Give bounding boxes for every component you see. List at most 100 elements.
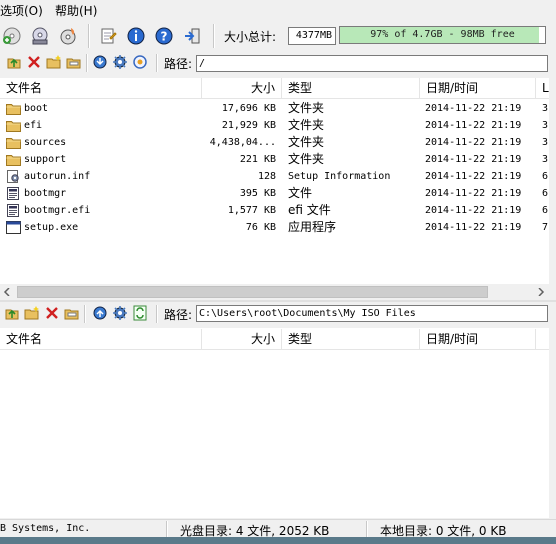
iso-rename-button[interactable] [64,52,84,72]
file-size: 1,577 KB [227,205,276,216]
file-name: boot [24,103,49,114]
local-path-field[interactable]: C:\Users\root\Documents\My ISO Files [196,305,548,322]
table-row[interactable]: setup.exe 76 KB 应用程序 2014-11-22 21:19 7 [0,219,549,236]
iso-pane-toolbar: 路径: / [0,52,556,74]
settings-file-icon [6,170,21,183]
table-row[interactable]: bootmgr 395 KB 文件 2014-11-22 21:19 6 [0,185,549,202]
file-name: support [24,154,67,165]
view-icon [133,55,147,69]
local-up-button[interactable] [2,303,22,323]
new-folder-icon [24,306,39,320]
open-button[interactable] [28,24,52,48]
local-refresh-button[interactable] [130,303,150,323]
pane-toolbar-separator [156,54,158,72]
local-path-label: 路径: [164,308,193,322]
column-header-extra[interactable]: L [536,78,549,98]
folder-icon [6,102,21,115]
column-header-name[interactable]: 文件名 [0,78,202,98]
table-row[interactable]: bootmgr.efi 1,577 KB efi 文件 2014-11-22 21:1… [0,202,549,219]
iso-path-field[interactable]: / [196,55,548,72]
pane-toolbar-separator [156,305,158,323]
iso-path-label: 路径: [164,57,193,71]
local-delete-button[interactable] [42,303,62,323]
free-space-bar: 97% of 4.7GB - 98MB free [339,26,546,44]
iso-properties-button[interactable] [110,52,130,72]
iso-list-hscroll[interactable] [0,284,549,300]
table-row[interactable]: sources 4,438,04... 文件夹 2014-11-22 21:19 3 [0,134,549,151]
column-header-size[interactable]: 大小 [202,329,282,349]
local-new-folder-button[interactable] [22,303,42,323]
document-edit-icon [101,28,117,44]
gear-icon [113,306,127,320]
local-list-vscroll[interactable] [549,328,556,518]
iso-list-header: 文件名 大小 类型 日期/时间 L [0,78,549,99]
scroll-left-arrow-icon[interactable] [3,288,11,296]
iso-up-button[interactable] [4,52,24,72]
rename-icon [66,58,81,69]
folder-icon [6,119,21,132]
column-header-name[interactable]: 文件名 [0,329,202,349]
column-header-type[interactable]: 类型 [282,78,420,98]
refresh-icon [133,305,147,321]
iso-list-vscroll[interactable] [549,78,556,284]
column-header-type[interactable]: 类型 [282,329,420,349]
file-size: 76 KB [245,222,276,233]
main-toolbar: ? 大小总计: 4377MB 97% of 4.7GB - 98MB free [0,20,556,53]
info-icon [127,27,145,45]
rename-icon [64,309,79,320]
local-file-list: 文件名 大小 类型 日期/时间 [0,328,549,518]
menu-options[interactable]: 选项(O) [0,2,43,19]
file-type: efi 文件 [288,203,331,217]
local-add-button[interactable] [90,303,110,323]
burn-button[interactable] [56,24,80,48]
info-button[interactable] [124,24,148,48]
file-size: 128 [257,171,276,182]
exit-icon [185,28,200,44]
file-name: bootmgr.efi [24,205,91,216]
gear-icon [113,55,127,69]
table-row[interactable]: efi 21,929 KB 文件夹 2014-11-22 21:19 3 [0,117,549,134]
exit-button[interactable] [180,24,204,48]
iso-delete-button[interactable] [24,52,44,72]
column-header-date[interactable]: 日期/时间 [420,329,536,349]
column-header-date[interactable]: 日期/时间 [420,78,536,98]
file-type: 文件夹 [288,135,325,149]
iso-new-folder-button[interactable] [44,52,64,72]
help-icon: ? [155,27,173,45]
file-type: 文件夹 [288,101,325,115]
scroll-right-arrow-icon[interactable] [537,288,545,296]
menu-help[interactable]: 帮助(H) [55,2,97,19]
delete-icon [46,307,58,319]
hscroll-thumb[interactable] [17,286,488,298]
folder-icon [6,136,21,149]
local-rename-button[interactable] [62,303,82,323]
file-icon [6,187,21,200]
table-row[interactable]: boot 17,696 KB 文件夹 2014-11-22 21:19 3 [0,100,549,117]
file-size: 395 KB [239,188,276,199]
column-header-extra[interactable] [536,329,549,349]
menu-bar: 选项(O) 帮助(H) [0,0,556,20]
local-properties-button[interactable] [110,303,130,323]
folder-up-icon [5,309,19,320]
status-separator [366,521,368,537]
help-button[interactable]: ? [152,24,176,48]
new-project-button[interactable] [0,24,24,48]
file-date: 2014-11-22 21:19 [425,154,522,165]
table-row[interactable]: autorun.inf 128 Setup Information 2014-11-2… [0,168,549,185]
file-size: 4,438,04... [209,137,276,148]
cd-add-icon [3,27,21,45]
file-name: autorun.inf [24,171,91,182]
file-icon [6,204,21,217]
pane-toolbar-separator [86,54,88,72]
column-header-size[interactable]: 大小 [202,78,282,98]
file-date: 2014-11-22 21:19 [425,205,522,216]
file-size: 17,696 KB [221,103,276,114]
iso-view-button[interactable] [130,52,150,72]
iso-extract-button[interactable] [90,52,110,72]
table-row[interactable]: support 221 KB 文件夹 2014-11-22 21:19 3 [0,151,549,168]
toolbar-separator [213,24,215,48]
properties-button[interactable] [96,24,120,48]
toolbar-separator [88,24,90,48]
file-date: 2014-11-22 21:19 [425,222,522,233]
file-type: 文件 [288,186,313,200]
